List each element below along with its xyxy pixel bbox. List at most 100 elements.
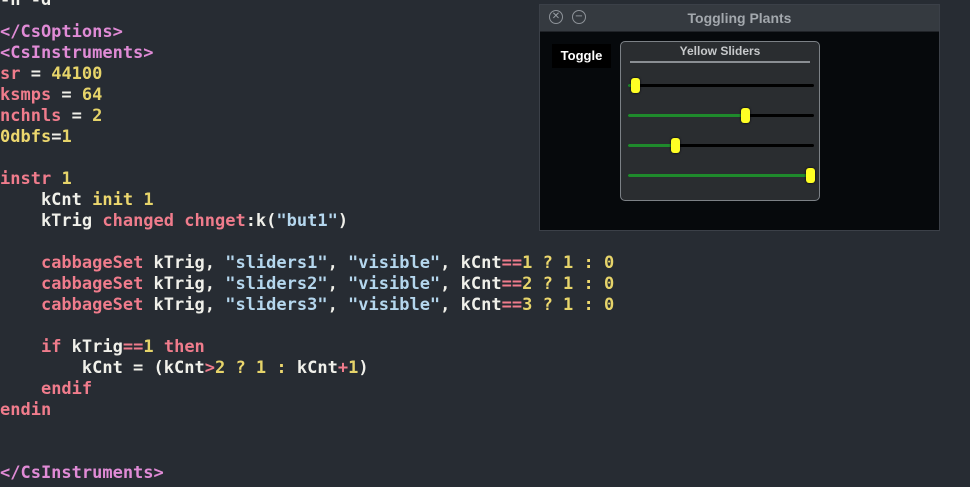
sliders-group: Yellow Sliders <box>620 41 820 201</box>
code-token: ? <box>532 274 564 294</box>
code-line: instr 1 <box>0 169 72 190</box>
code-token: if <box>40 337 62 357</box>
code-line: <CsInstruments> <box>0 43 154 64</box>
code-token: cabbageSet <box>40 274 144 294</box>
window-titlebar[interactable]: ✕ − Toggling Plants <box>540 5 939 32</box>
code-token: changed <box>102 211 175 231</box>
slider-1[interactable] <box>628 78 814 94</box>
group-title: Yellow Sliders <box>679 44 761 58</box>
code-token: + <box>337 358 349 378</box>
code-token: "sliders1" <box>225 253 328 273</box>
code-token: == <box>501 274 523 294</box>
slider-fill <box>628 144 675 147</box>
code-token: ksmps <box>0 85 52 105</box>
code-token: : <box>573 253 605 273</box>
code-token: ) <box>358 358 369 378</box>
code-token: , <box>327 274 349 294</box>
code-token: kCnt = (kCnt <box>0 358 205 378</box>
code-token: 3 <box>522 295 533 315</box>
code-token: "sliders2" <box>225 274 328 294</box>
code-token: init <box>92 190 134 210</box>
code-token: : <box>573 274 605 294</box>
code-line: cabbageSet kTrig, "sliders1", "visible",… <box>0 253 614 274</box>
code-token: 2 <box>522 274 533 294</box>
code-line: sr = 44100 <box>0 64 102 85</box>
code-token: kCnt <box>296 358 338 378</box>
code-token: "visible" <box>348 253 441 273</box>
code-token: instr <box>0 169 52 189</box>
code-line: 0dbfs=1 <box>0 127 72 148</box>
code-token: 1 <box>348 358 359 378</box>
code-line: nchnls = 2 <box>0 106 102 127</box>
code-token: = <box>51 127 62 147</box>
slider-thumb[interactable] <box>671 138 680 153</box>
code-token: 0dbfs <box>0 127 52 147</box>
code-line: cabbageSet kTrig, "sliders2", "visible",… <box>0 274 614 295</box>
code-token: , kCnt <box>440 253 502 273</box>
code-token: == <box>501 295 523 315</box>
code-line: ksmps = 64 <box>0 85 102 106</box>
code-token: -n -d <box>0 0 52 10</box>
code-token: == <box>122 337 144 357</box>
code-token: , <box>327 253 349 273</box>
slider-thumb[interactable] <box>741 108 750 123</box>
code-token: </CsInstruments> <box>0 463 164 483</box>
code-token: kTrig, <box>143 295 226 315</box>
code-token: , kCnt <box>440 274 502 294</box>
code-token: chnget <box>184 211 246 231</box>
code-token: kTrig <box>0 211 103 231</box>
code-token: , kCnt <box>440 295 502 315</box>
code-token: 64 <box>81 85 103 105</box>
code-token: <CsInstruments> <box>0 43 154 63</box>
code-token: cabbageSet <box>40 295 144 315</box>
slider-fill <box>628 114 745 117</box>
code-token: kTrig, <box>143 253 226 273</box>
code-token: 0 <box>604 295 615 315</box>
code-line: kTrig changed chnget:k("but1") <box>0 211 348 232</box>
code-token: 1 <box>143 337 154 357</box>
code-token: 1 <box>522 253 533 273</box>
code-token: 1 <box>563 274 574 294</box>
code-token: endif <box>40 379 93 399</box>
code-token: = <box>20 64 52 84</box>
slider-2[interactable] <box>628 108 814 124</box>
slider-fill <box>628 174 810 177</box>
code-token: nchnls <box>0 106 62 126</box>
code-token: </CsOptions> <box>0 22 123 42</box>
code-token: ? <box>532 253 564 273</box>
slider-track[interactable] <box>628 84 814 87</box>
slider-3[interactable] <box>628 138 814 154</box>
code-token: endin <box>0 400 52 420</box>
code-token: :k( <box>245 211 277 231</box>
code-line: cabbageSet kTrig, "sliders3", "visible",… <box>0 295 614 316</box>
code-token: == <box>501 253 523 273</box>
code-line: </CsInstruments> <box>0 463 164 484</box>
code-line: kCnt = (kCnt>2 ? 1 : kCnt+1) <box>0 358 369 379</box>
code-token: 0 <box>604 274 615 294</box>
code-token: then <box>163 337 205 357</box>
code-token: kTrig <box>61 337 123 357</box>
code-token: : <box>573 295 605 315</box>
code-line: </CsOptions> <box>0 22 123 43</box>
group-divider <box>630 61 810 63</box>
toggle-button[interactable]: Toggle <box>552 44 611 68</box>
code-token: kTrig, <box>143 274 226 294</box>
plugin-window: ✕ − Toggling Plants Toggle Yellow Slider… <box>539 4 940 231</box>
code-line: endif <box>0 379 92 400</box>
code-token: "visible" <box>348 274 441 294</box>
code-token: 2 <box>92 106 103 126</box>
code-token: kCnt <box>0 190 93 210</box>
code-line: endin <box>0 400 51 421</box>
slider-4[interactable] <box>628 168 815 184</box>
slider-thumb[interactable] <box>631 78 640 93</box>
code-token: ? <box>532 295 564 315</box>
code-token: 1 <box>61 169 72 189</box>
code-token: 44100 <box>51 64 103 84</box>
slider-thumb[interactable] <box>806 168 815 183</box>
